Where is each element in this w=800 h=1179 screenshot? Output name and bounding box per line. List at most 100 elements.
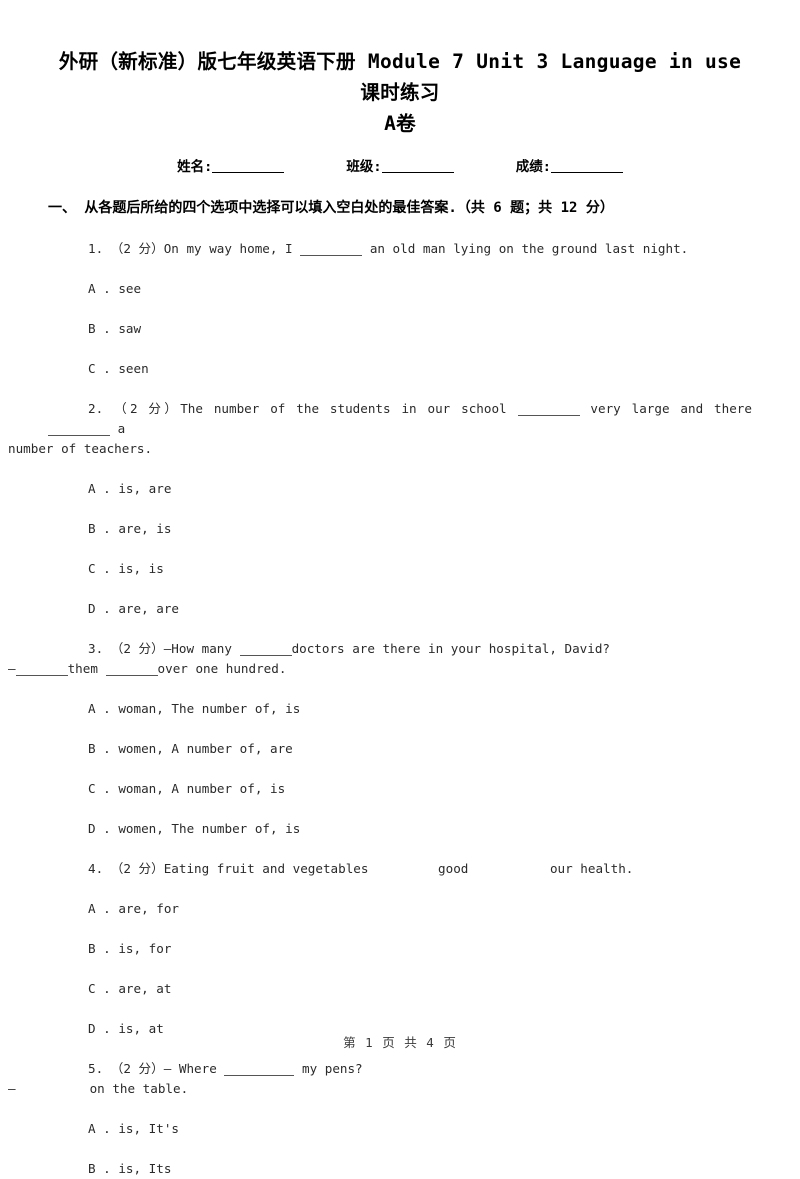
question-3-number: 3.	[88, 641, 104, 656]
question-2-stem-before: The number of the students in our school	[180, 401, 507, 416]
section-heading: 一、 从各题后所给的四个选项中选择可以填入空白处的最佳答案.（共 6 题；共 1…	[48, 200, 614, 216]
question-5-option-b[interactable]: B . is, Its	[88, 1159, 752, 1179]
question-3-option-c-letter: C .	[88, 781, 111, 796]
question-3-option-c-text: woman, A number of, is	[118, 781, 286, 796]
question-3-option-d[interactable]: D . women, The number of, is	[88, 819, 752, 839]
question-1-option-a[interactable]: A . see	[88, 279, 752, 299]
student-score-input[interactable]	[550, 172, 623, 173]
question-4-stem-mid: good	[438, 861, 469, 876]
question-3-option-a-text: woman, The number of, is	[118, 701, 301, 716]
question-2: 2. （2 分）The number of the students in ou…	[8, 399, 752, 619]
question-3-option-c[interactable]: C . woman, A number of, is	[88, 779, 752, 799]
question-4-option-b-text: is, for	[118, 941, 172, 956]
question-5-option-a[interactable]: A . is, It's	[88, 1119, 752, 1139]
question-5-answer-line: — on the table.	[8, 1079, 752, 1099]
question-1-option-a-letter: A .	[88, 281, 111, 296]
page-footer: 第 1 页 共 4 页	[343, 1035, 457, 1050]
question-3: 3. （2 分）—How many doctors are there in y…	[8, 639, 752, 839]
question-3-stem-before: —How many	[163, 641, 232, 656]
question-5-option-a-text: is, It's	[118, 1121, 180, 1136]
question-4-option-c-letter: C .	[88, 981, 111, 996]
question-3-option-b-letter: B .	[88, 741, 111, 756]
question-5-stem: 5. （2 分）— Where my pens?	[48, 1059, 752, 1079]
student-score-field: 成绩:	[516, 155, 623, 175]
question-2-option-c-text: is, is	[118, 561, 164, 576]
question-2-option-a-text: is, are	[118, 481, 172, 496]
page-title: 外研（新标准）版七年级英语下册 Module 7 Unit 3 Language…	[48, 0, 752, 139]
question-3-stem-after: doctors are there in your hospital, Davi…	[291, 641, 611, 656]
question-4-option-a[interactable]: A . are, for	[88, 899, 752, 919]
student-class-field: 班级:	[346, 155, 454, 175]
question-1-points: （2 分）	[110, 241, 164, 256]
question-5-option-a-letter: A .	[88, 1121, 111, 1136]
question-2-option-d[interactable]: D . are, are	[88, 599, 752, 619]
document-page: 外研（新标准）版七年级英语下册 Module 7 Unit 3 Language…	[0, 0, 800, 1176]
question-1-number: 1.	[88, 241, 104, 256]
question-4-option-c[interactable]: C . are, at	[88, 979, 752, 999]
page-title-line1: 外研（新标准）版七年级英语下册 Module 7 Unit 3 Language…	[58, 50, 742, 104]
question-5-points: （2 分）	[110, 1061, 164, 1076]
question-5-stem-before: — Where	[163, 1061, 217, 1076]
question-2-option-c[interactable]: C . is, is	[88, 559, 752, 579]
question-5-option-b-text: is, Its	[118, 1161, 172, 1176]
question-2-option-d-letter: D .	[88, 601, 111, 616]
question-2-stem-after: a	[117, 421, 126, 436]
question-3-answer-line: — them over one hundred.	[8, 659, 752, 679]
question-1-option-b-text: saw	[118, 321, 142, 336]
question-2-option-d-text: are, are	[118, 601, 180, 616]
question-1-stem-before: On my way home, I	[163, 241, 293, 256]
question-1: 1. （2 分）On my way home, I an old man lyi…	[48, 239, 752, 379]
question-3-option-a-letter: A .	[88, 701, 111, 716]
question-3-option-a[interactable]: A . woman, The number of, is	[88, 699, 752, 719]
question-4-option-b[interactable]: B . is, for	[88, 939, 752, 959]
question-2-option-b[interactable]: B . are, is	[88, 519, 752, 539]
student-name-field: 姓名:	[177, 155, 285, 175]
question-1-stem: 1. （2 分）On my way home, I an old man lyi…	[48, 239, 752, 259]
question-2-blank-1[interactable]	[517, 415, 580, 416]
question-2-number: 2.	[88, 401, 104, 416]
question-2-blank-2[interactable]	[48, 435, 110, 436]
question-4-option-c-text: are, at	[118, 981, 172, 996]
student-class-input[interactable]	[381, 172, 454, 173]
student-class-label: 班级:	[346, 159, 382, 175]
question-3-option-d-text: women, The number of, is	[118, 821, 301, 836]
question-5-answer-dash: —	[8, 1081, 16, 1096]
question-4-stem-after: our health.	[549, 861, 634, 876]
question-3-blank-1[interactable]	[239, 655, 292, 656]
question-4-option-a-text: are, for	[118, 901, 180, 916]
question-1-option-b-letter: B .	[88, 321, 111, 336]
question-3-option-b-text: women, A number of, are	[118, 741, 293, 756]
question-1-blank[interactable]	[300, 255, 363, 256]
question-2-option-c-letter: C .	[88, 561, 111, 576]
question-5-stem-after: my pens?	[301, 1061, 363, 1076]
question-5-number: 5.	[88, 1061, 104, 1076]
question-3-answer-mid: them	[67, 661, 98, 676]
question-1-option-a-text: see	[118, 281, 142, 296]
question-2-option-b-text: are, is	[118, 521, 172, 536]
question-4: 4. （2 分）Eating fruit and vegetables good…	[48, 859, 752, 1039]
question-5-blank-1[interactable]	[224, 1075, 295, 1076]
student-name-input[interactable]	[212, 172, 285, 173]
question-2-option-a[interactable]: A . is, are	[88, 479, 752, 499]
question-4-points: （2 分）	[110, 861, 164, 876]
question-4-stem-before: Eating fruit and vegetables	[163, 861, 369, 876]
question-3-answer-dash: —	[8, 661, 16, 676]
question-3-points: （2 分）	[110, 641, 164, 656]
question-2-points: （2 分）	[114, 401, 181, 416]
question-2-stem-mid: very large and there	[590, 401, 752, 416]
question-4-option-b-letter: B .	[88, 941, 111, 956]
question-2-stem-wrap: number of teachers.	[8, 441, 153, 456]
question-5-option-b-letter: B .	[88, 1161, 111, 1176]
question-3-answer-end: over one hundred.	[157, 661, 287, 676]
question-4-stem: 4. （2 分）Eating fruit and vegetables good…	[48, 859, 752, 879]
question-3-blank-2[interactable]	[15, 675, 68, 676]
question-1-option-c[interactable]: C . seen	[88, 359, 752, 379]
question-1-stem-after: an old man lying on the ground last nigh…	[369, 241, 689, 256]
question-2-stem: 2. （2 分）The number of the students in ou…	[48, 399, 752, 439]
question-3-option-b[interactable]: B . women, A number of, are	[88, 739, 752, 759]
question-2-option-a-letter: A .	[88, 481, 111, 496]
page-title-line2: A卷	[384, 112, 416, 135]
question-3-blank-3[interactable]	[105, 675, 158, 676]
question-1-option-b[interactable]: B . saw	[88, 319, 752, 339]
question-4-number: 4.	[88, 861, 104, 876]
